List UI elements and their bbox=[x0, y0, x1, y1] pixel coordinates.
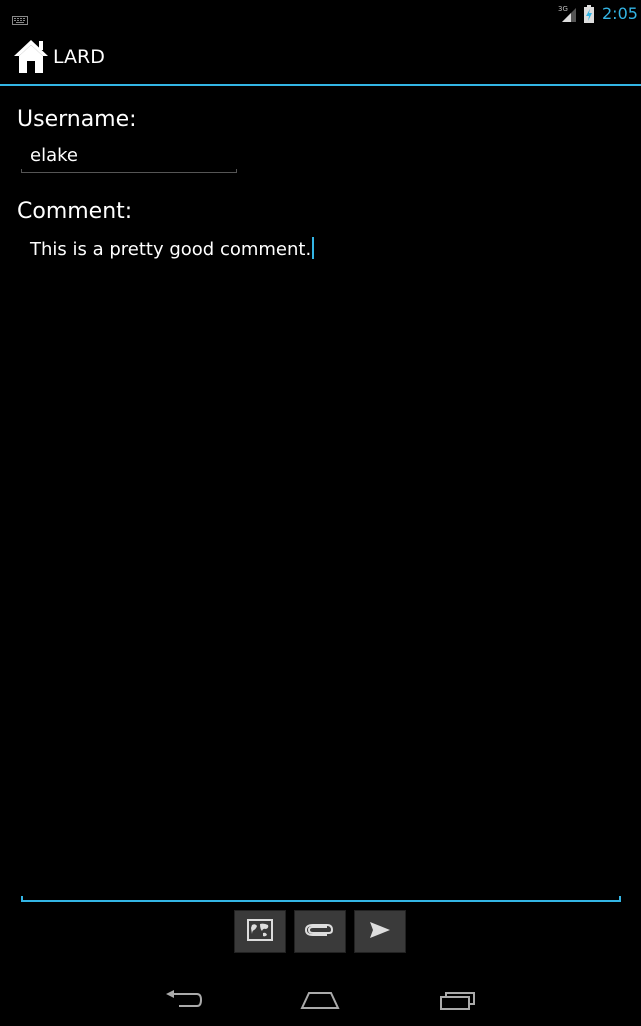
send-button[interactable] bbox=[354, 910, 406, 953]
keyboard-icon bbox=[12, 10, 28, 29]
send-icon bbox=[370, 921, 390, 942]
action-bar-divider bbox=[0, 84, 641, 86]
recent-apps-icon bbox=[439, 989, 477, 1015]
nav-home-button[interactable] bbox=[290, 982, 350, 1022]
home-nav-icon bbox=[300, 990, 340, 1014]
comment-value[interactable]: This is a pretty good comment. bbox=[30, 239, 311, 260]
username-value[interactable]: elake bbox=[30, 145, 78, 167]
username-underline-right-tick bbox=[236, 169, 237, 173]
comment-underline-right-tick bbox=[619, 896, 621, 902]
paperclip-icon bbox=[304, 922, 335, 941]
map-icon bbox=[247, 918, 273, 945]
home-icon[interactable] bbox=[13, 38, 49, 78]
app-title: LARD bbox=[53, 46, 105, 68]
navigation-bar bbox=[0, 970, 641, 1026]
comment-underline bbox=[21, 900, 621, 902]
text-cursor bbox=[312, 237, 315, 259]
username-underline bbox=[21, 172, 237, 173]
action-bar: LARD bbox=[0, 28, 641, 84]
comment-label: Comment: bbox=[17, 199, 133, 224]
comment-value-wrapper[interactable]: This is a pretty good comment. bbox=[30, 237, 315, 262]
nav-back-button[interactable] bbox=[154, 982, 214, 1022]
nav-recent-apps-button[interactable] bbox=[428, 982, 488, 1022]
battery-charging-icon bbox=[583, 5, 595, 27]
username-underline-left-tick bbox=[21, 169, 22, 173]
status-clock: 2:05 bbox=[602, 4, 638, 23]
status-bar: 3G 2:05 bbox=[0, 0, 641, 28]
username-field[interactable]: elake bbox=[21, 140, 237, 173]
username-label: Username: bbox=[17, 107, 137, 132]
comment-underline-left-tick bbox=[21, 896, 23, 902]
comment-field[interactable]: This is a pretty good comment. bbox=[21, 228, 621, 902]
network-type-label: 3G bbox=[558, 5, 568, 13]
attach-button[interactable] bbox=[294, 910, 346, 953]
signal-icon: 3G bbox=[558, 4, 578, 26]
back-icon bbox=[165, 990, 203, 1014]
map-button[interactable] bbox=[234, 910, 286, 953]
